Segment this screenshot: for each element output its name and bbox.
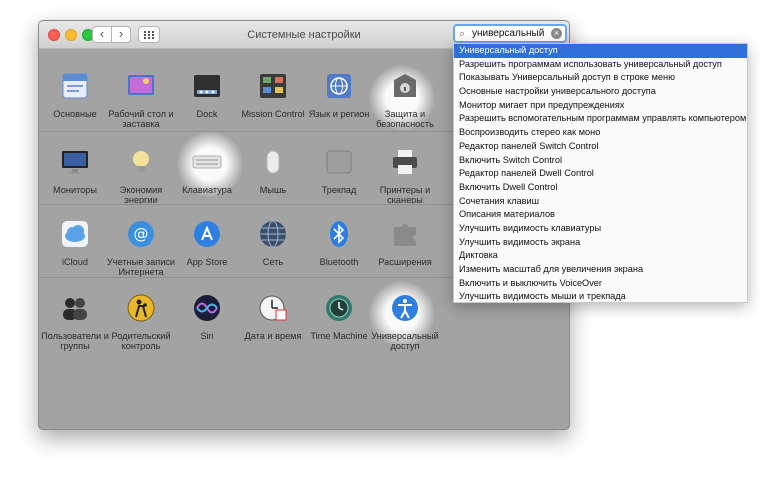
suggestion-item[interactable]: Изменить масштаб для увеличения экрана	[454, 263, 747, 277]
pref-label: Трекпад	[321, 185, 357, 195]
search-suggestions: Универсальный доступ Разрешить программа…	[453, 43, 748, 303]
keyboard-icon	[192, 155, 222, 169]
pref-label: Мониторы	[53, 185, 97, 195]
date-time-icon	[259, 295, 287, 321]
mission-control-icon	[260, 74, 286, 98]
suggestion-item[interactable]: Основные настройки универсального доступ…	[454, 85, 747, 99]
pref-label: iCloud	[61, 257, 89, 267]
suggestion-item[interactable]: Воспроизводить стерео как моно	[454, 126, 747, 140]
suggestion-item[interactable]: Редактор панелей Dwell Control	[454, 167, 747, 181]
pref-label: Экономия энергии	[119, 185, 163, 205]
pref-label: Универсальный доступ	[371, 331, 439, 351]
pref-displays[interactable]: Мониторы	[43, 133, 107, 207]
pref-dock[interactable]: Dock	[175, 57, 239, 131]
users-icon	[63, 298, 87, 320]
pref-label: Расширения	[378, 257, 432, 267]
pref-users-groups[interactable]: Пользователи и группы	[41, 279, 109, 353]
suggestion-item[interactable]: Описания материалов	[454, 208, 747, 222]
language-icon	[327, 74, 351, 98]
pref-label: Язык и регион	[308, 109, 370, 119]
pref-mouse[interactable]: Мышь	[241, 133, 305, 207]
pref-label: Принтеры и сканеры	[379, 185, 431, 205]
pref-internet-accounts[interactable]: @ Учетные записи Интернета	[107, 205, 175, 279]
suggestion-item[interactable]: Универсальный доступ	[454, 44, 747, 58]
extensions-icon	[394, 224, 416, 246]
pref-label: Bluetooth	[319, 257, 359, 267]
icloud-icon	[62, 221, 88, 247]
pref-language-region[interactable]: Язык и регион	[307, 57, 371, 131]
bluetooth-icon	[330, 221, 348, 247]
general-icon	[62, 73, 88, 99]
pref-trackpad[interactable]: Трекпад	[307, 133, 371, 207]
clear-icon[interactable]: ×	[551, 28, 562, 39]
pref-label: Учетные записи Интернета	[106, 257, 176, 277]
time-machine-icon	[326, 295, 352, 321]
pref-label: App Store	[186, 257, 228, 267]
pref-general[interactable]: Основные	[43, 57, 107, 131]
pref-label: Дата и время	[244, 331, 302, 341]
accessibility-icon	[392, 295, 418, 321]
printer-icon	[393, 150, 417, 174]
pref-siri[interactable]: Siri	[175, 279, 239, 353]
svg-text:@: @	[134, 225, 149, 243]
dock-icon	[194, 75, 220, 97]
pref-parental-controls[interactable]: Родительский контроль	[109, 279, 173, 353]
pref-label: Time Machine	[310, 331, 368, 341]
internet-accounts-icon: @	[128, 221, 154, 247]
energy-icon	[133, 151, 149, 172]
suggestion-item[interactable]: Разрешить вспомогательным программам упр…	[454, 112, 747, 126]
suggestion-item[interactable]: Включить Switch Control	[454, 154, 747, 168]
suggestion-item[interactable]: Диктовка	[454, 249, 747, 263]
suggestion-item[interactable]: Сочетания клавиш	[454, 195, 747, 209]
pref-app-store[interactable]: App Store	[175, 205, 239, 279]
network-icon	[260, 220, 286, 248]
pref-label: Основные	[53, 109, 97, 119]
suggestion-item[interactable]: Включить Dwell Control	[454, 181, 747, 195]
pref-label: Пользователи и группы	[41, 331, 109, 351]
pref-label: Клавиатура	[182, 185, 232, 195]
suggestion-item[interactable]: Включить и выключить VoiceOver	[454, 277, 747, 291]
pref-mission-control[interactable]: Mission Control	[241, 57, 305, 131]
search-icon: ⌕	[459, 28, 466, 40]
pref-label: Родительский контроль	[111, 331, 171, 351]
suggestion-item[interactable]: Редактор панелей Switch Control	[454, 140, 747, 154]
pref-security[interactable]: Защита и безопасность	[373, 57, 437, 131]
mouse-icon	[266, 150, 280, 174]
pref-extensions[interactable]: Расширения	[373, 205, 437, 279]
pref-accessibility[interactable]: Универсальный доступ	[371, 279, 439, 353]
pref-bluetooth[interactable]: Bluetooth	[307, 205, 371, 279]
suggestion-item[interactable]: Монитор мигает при предупреждениях	[454, 99, 747, 113]
pref-label: Защита и безопасность	[376, 109, 434, 129]
pref-keyboard[interactable]: Клавиатура	[175, 133, 239, 207]
displays-icon	[62, 151, 88, 174]
suggestion-item[interactable]: Улучшить видимость клавиатуры	[454, 222, 747, 236]
pref-label: Mission Control	[241, 109, 305, 119]
pref-label: Рабочий стол и заставка	[108, 109, 174, 129]
suggestion-item[interactable]: Улучшить видимость экрана	[454, 236, 747, 250]
search-field[interactable]: ⌕ универсальный ×	[453, 24, 567, 43]
parental-controls-icon	[127, 294, 155, 322]
security-icon	[394, 74, 416, 97]
pref-desktop[interactable]: Рабочий стол и заставка	[108, 57, 174, 131]
desktop-icon	[128, 75, 154, 95]
pref-label: Мышь	[259, 185, 287, 195]
pref-network[interactable]: Сеть	[241, 205, 305, 279]
pref-time-machine[interactable]: Time Machine	[307, 279, 371, 353]
trackpad-icon	[326, 150, 352, 174]
suggestion-item[interactable]: Показывать Универсальный доступ в строке…	[454, 71, 747, 85]
pref-energy-saver[interactable]: Экономия энергии	[109, 133, 173, 207]
suggestion-item[interactable]: Улучшить видимость мыши и трекпада	[454, 290, 747, 304]
pref-printers[interactable]: Принтеры и сканеры	[373, 133, 437, 207]
pref-label: Сеть	[262, 257, 284, 267]
search-input[interactable]: универсальный	[472, 28, 544, 39]
pref-icloud[interactable]: iCloud	[43, 205, 107, 279]
suggestion-item[interactable]: Разрешить программам использовать универ…	[454, 58, 747, 72]
pref-label: Siri	[200, 331, 214, 341]
app-store-icon	[194, 221, 220, 247]
siri-icon	[194, 295, 220, 321]
pref-label: Dock	[196, 109, 218, 119]
pref-date-time[interactable]: Дата и время	[241, 279, 305, 353]
